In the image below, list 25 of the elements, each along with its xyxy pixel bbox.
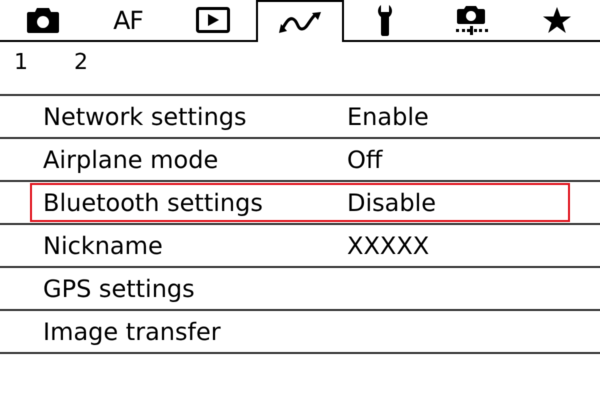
setting-label: GPS settings [42,274,196,302]
menu-tab[interactable] [256,0,344,42]
setting-value: Off [347,146,382,174]
setting-value: Enable [347,102,429,130]
page-number[interactable]: 2 [74,50,88,86]
menu-item[interactable]: Network settings Enable [30,97,570,136]
menu-item[interactable]: Bluetooth settings Disable [30,183,570,222]
camera-icon [26,6,60,34]
setting-label: Bluetooth settings [42,188,264,216]
setting-label: Nickname [42,232,164,260]
setting-label: Airplane mode [42,146,220,174]
menu-tab[interactable]: AF [85,0,171,40]
menu-item[interactable]: Image transfer [30,312,570,351]
setting-label: Network settings [42,102,248,130]
page-number[interactable]: 1 [14,50,28,86]
setting-label: Image transfer [42,318,222,346]
setting-value: XXXXX [347,232,430,260]
menu-item[interactable]: Nickname XXXXX [30,226,570,265]
custom-camera-icon [456,5,488,35]
menu-item[interactable]: GPS settings [30,269,570,308]
menu-item[interactable]: Airplane mode Off [30,140,570,179]
wireless-icon [276,10,323,34]
play-icon [196,7,230,33]
star-icon [542,6,572,34]
setting-value: Disable [347,188,436,216]
